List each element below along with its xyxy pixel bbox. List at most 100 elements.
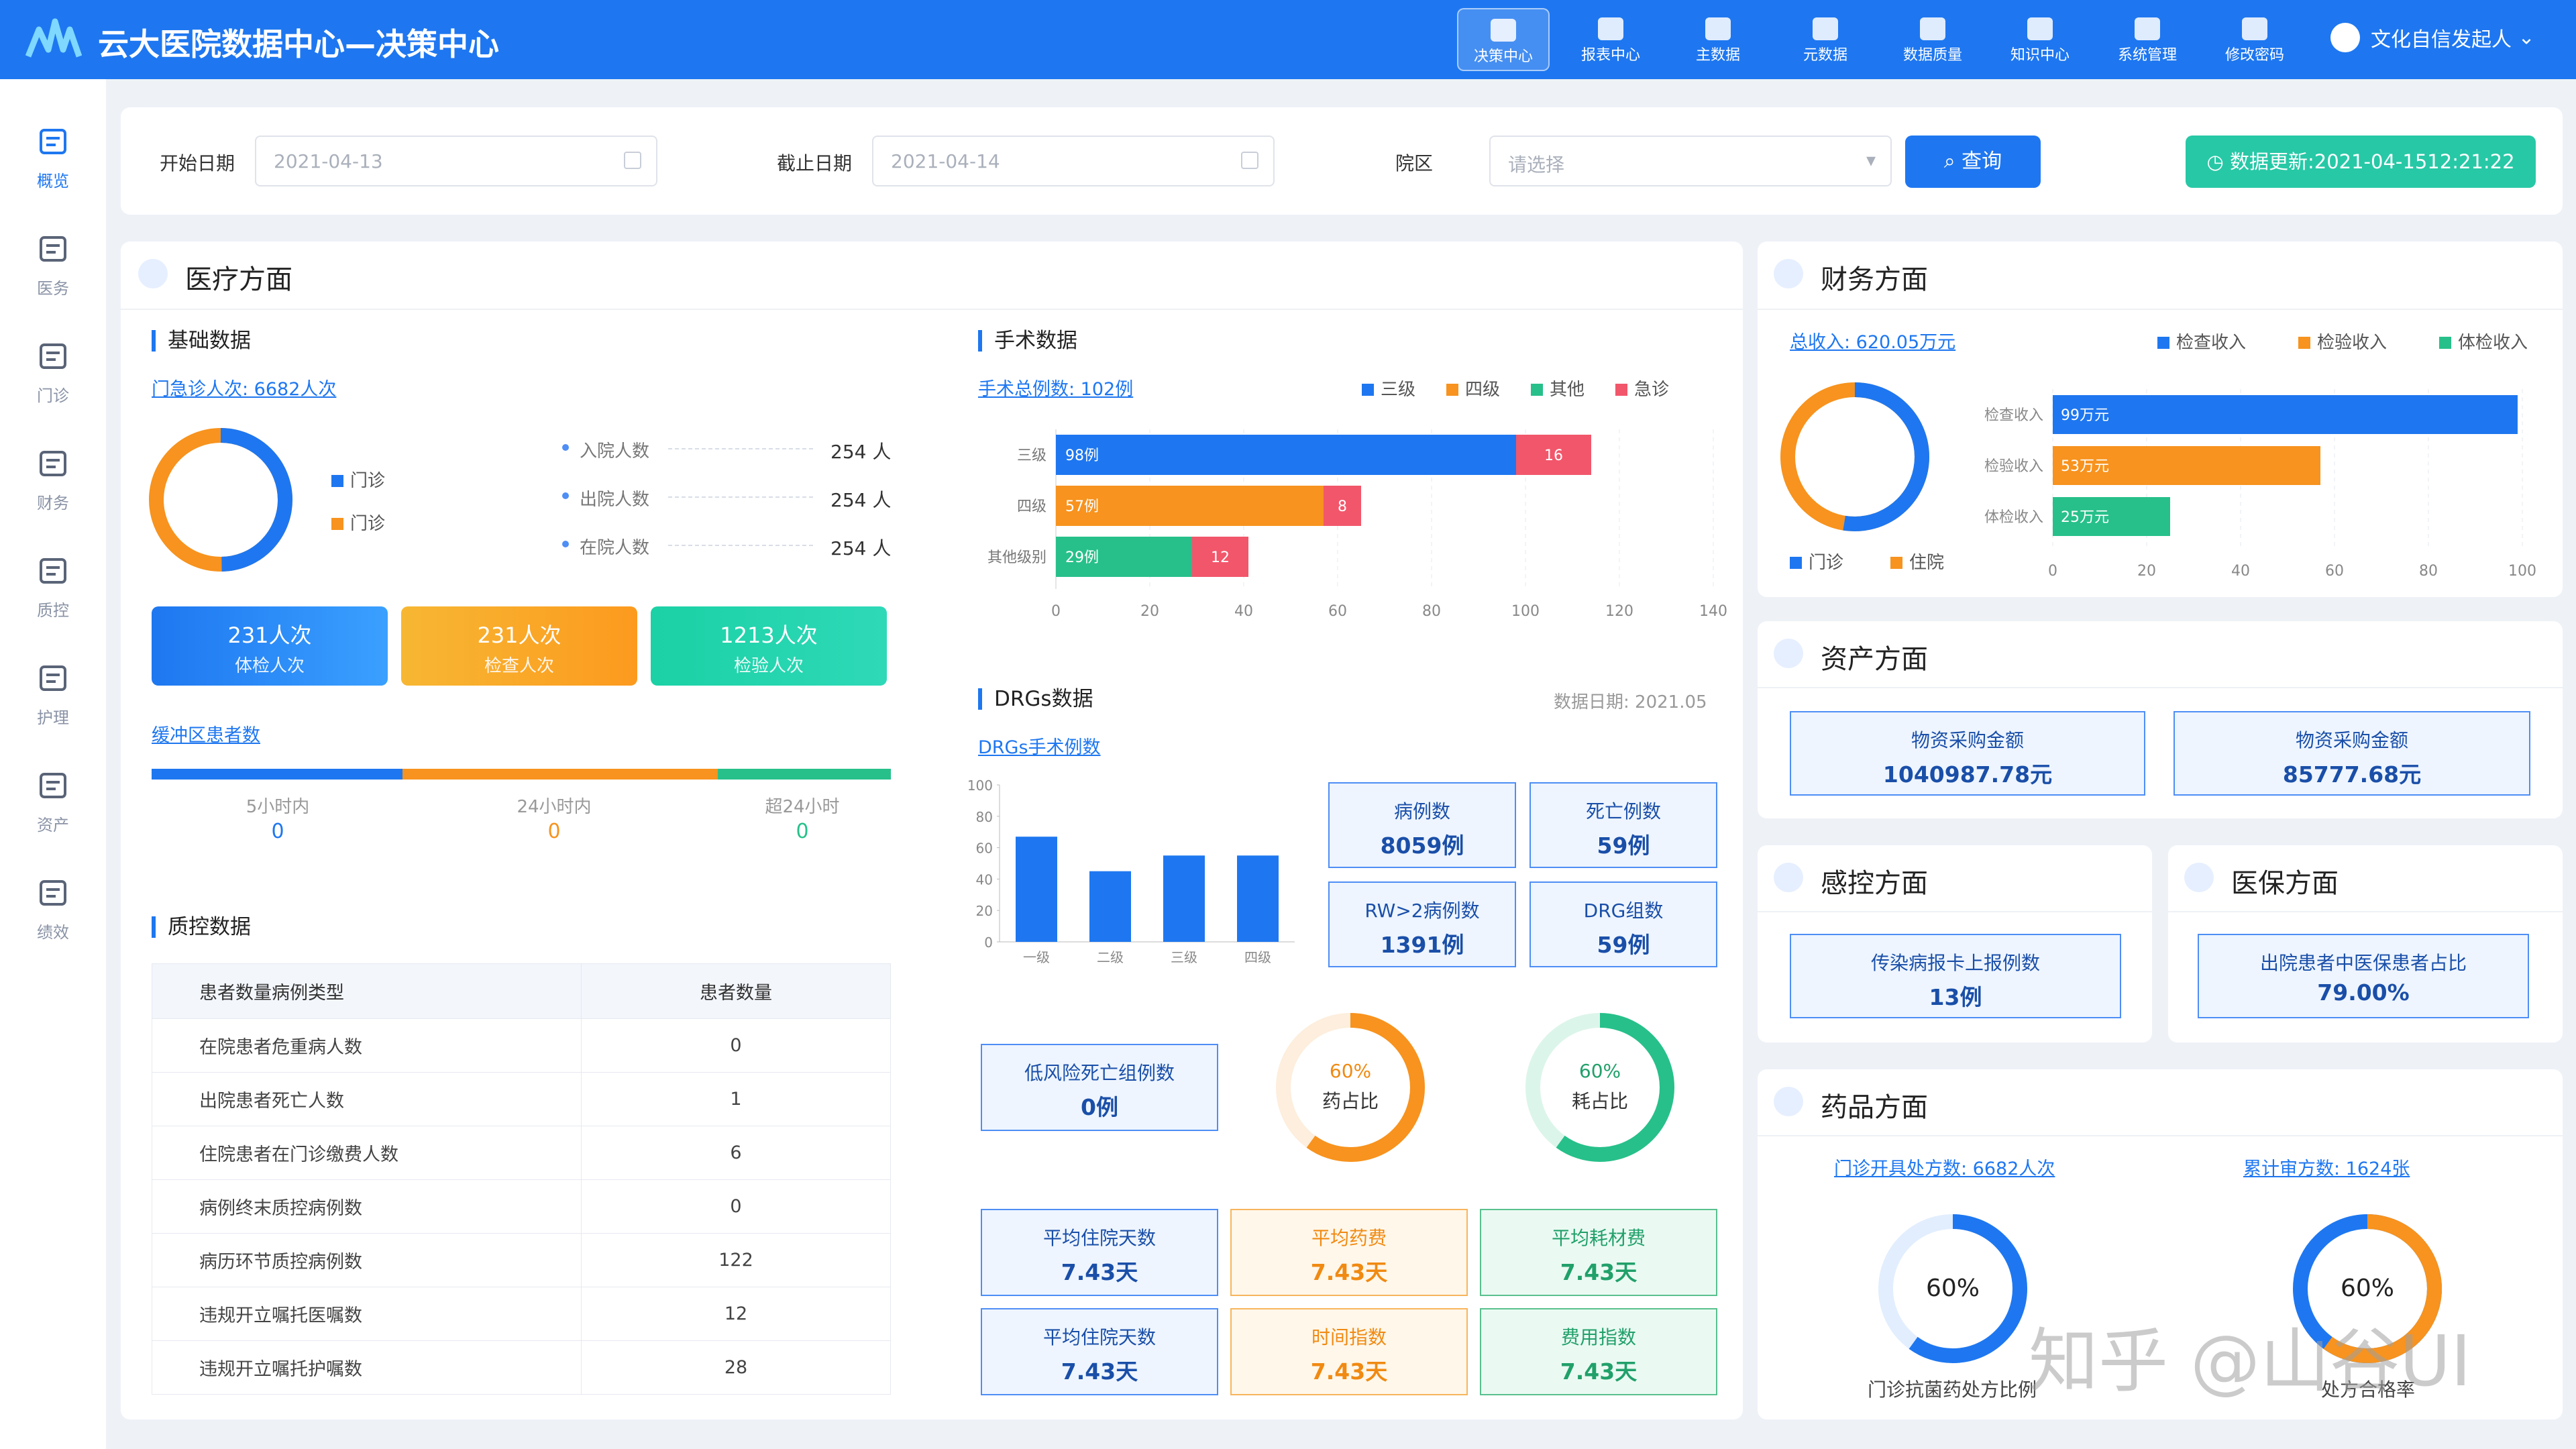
x-tick-label: 二级 bbox=[1097, 949, 1124, 965]
legend-swatch bbox=[1446, 384, 1458, 396]
sidebar-item-monitor[interactable]: 资产 bbox=[0, 755, 106, 856]
table-row: 违规开立嘱托医嘱数 12 bbox=[152, 1287, 891, 1341]
cubes-icon bbox=[1813, 17, 1838, 40]
avg-stat-value: 7.43天 bbox=[1061, 1259, 1138, 1285]
user-name: 文化自信发起人 bbox=[2371, 28, 2512, 52]
rx-count-link[interactable]: 门诊开具处方数: 6682人次 bbox=[1834, 1154, 2055, 1180]
nav-cubes[interactable]: 元数据 bbox=[1779, 8, 1872, 71]
qc-type-cell: 病例终末质控病例数 bbox=[152, 1179, 582, 1234]
nav-decision[interactable]: 决策中心 bbox=[1457, 8, 1550, 71]
stat-leader bbox=[668, 448, 813, 449]
campus-select[interactable]: 请选择 ▾ bbox=[1489, 136, 1892, 186]
stat-label: 入院人数 bbox=[580, 441, 650, 462]
kpi-card[interactable]: 1213人次 检验人次 bbox=[651, 606, 887, 686]
surgery-bar-三级 bbox=[1056, 435, 1516, 475]
y-tick-label: 其他级别 bbox=[987, 549, 1046, 566]
x-tick-label: 四级 bbox=[1244, 949, 1271, 965]
qc-count-cell: 0 bbox=[581, 1179, 891, 1234]
search-icon: ⌕ bbox=[1943, 150, 1962, 173]
infection-title: 感控方面 bbox=[1821, 868, 1928, 899]
sidebar-item-stethoscope[interactable]: 门诊 bbox=[0, 326, 106, 427]
book-icon bbox=[2027, 17, 2053, 40]
stat-leader bbox=[668, 496, 813, 498]
infection-value: 13例 bbox=[1929, 984, 1982, 1010]
sidebar-item-quality[interactable]: 质控 bbox=[0, 541, 106, 641]
user-menu[interactable]: 文化自信发起人 ⌄ bbox=[2330, 23, 2535, 52]
nav-database[interactable]: 主数据 bbox=[1672, 8, 1764, 71]
stat-value: 254 人 bbox=[830, 489, 892, 511]
surgery-title: 手术数据 bbox=[978, 330, 1077, 352]
kpi-card[interactable]: 231人次体检人次 bbox=[152, 606, 388, 686]
medical-title: 医疗方面 bbox=[185, 264, 292, 295]
assets-title: 资产方面 bbox=[1821, 644, 1928, 675]
kpi-card[interactable]: 231人次 检查人次 bbox=[401, 606, 637, 686]
finance-icon bbox=[40, 451, 66, 476]
avg-stat-value: 7.43天 bbox=[1310, 1358, 1388, 1385]
sidebar-item-clipboard[interactable]: 护理 bbox=[0, 648, 106, 749]
y-tick-label: 检验收入 bbox=[1984, 458, 2043, 475]
drgs-stat-label: 病例数 bbox=[1393, 800, 1450, 822]
start-date-input[interactable]: 2021-04-13 bbox=[255, 136, 657, 186]
query-button[interactable]: ⌕ 查询 bbox=[1905, 136, 2041, 188]
drugs-title: 药品方面 bbox=[1821, 1092, 1928, 1123]
drgs-sub-link[interactable]: DRGs手术例数 bbox=[978, 733, 1101, 759]
visits-link[interactable]: 门急诊人次: 6682人次 bbox=[152, 374, 336, 400]
x-tick-label: 0 bbox=[1051, 603, 1061, 620]
table-row: 违规开立嘱托护嘱数 28 bbox=[152, 1340, 891, 1395]
bar-data-label: 99万元 bbox=[2061, 407, 2109, 424]
sidebar-item-overview[interactable]: 概览 bbox=[0, 111, 106, 212]
x-tick-label: 40 bbox=[2231, 563, 2250, 577]
sidebar-item-doctor[interactable]: 医务 bbox=[0, 219, 106, 319]
surgery-total-link[interactable]: 手术总例数: 102例 bbox=[978, 374, 1133, 400]
y-tick-label: 检查收入 bbox=[1984, 407, 2043, 424]
lock-icon bbox=[2242, 17, 2267, 40]
buffer-value: 0 bbox=[547, 820, 561, 843]
consumable-ratio-label: 耗占比 bbox=[1571, 1090, 1628, 1112]
drgs-stat-box: 病例数 8059例 bbox=[1328, 782, 1516, 868]
finance-total-link[interactable]: 总收入: 620.05万元 bbox=[1790, 327, 1955, 354]
finance-bar bbox=[2053, 395, 2518, 434]
sidebar-item-finance[interactable]: 财务 bbox=[0, 433, 106, 534]
data-update-button[interactable]: ◷ 数据更新:2021-04-1512:21:22 bbox=[2186, 136, 2536, 188]
y-tick-label: 100 bbox=[967, 777, 993, 794]
legend-swatch bbox=[1615, 384, 1627, 396]
monitor-icon bbox=[40, 773, 66, 798]
legend-swatch bbox=[1362, 384, 1374, 396]
nav-book[interactable]: 知识中心 bbox=[1994, 8, 2086, 71]
stat-label: 在院人数 bbox=[580, 538, 650, 558]
drgs-stat-box: RW>2病例数 1391例 bbox=[1328, 881, 1516, 967]
legend-outpatient: 门诊 bbox=[1790, 549, 1843, 574]
visits-donut bbox=[149, 428, 292, 572]
app-title: 云大医院数据中心—决策中心 bbox=[98, 26, 499, 62]
avg-stat-value: 7.43天 bbox=[1560, 1259, 1638, 1285]
x-tick-label: 20 bbox=[2137, 563, 2156, 577]
asset-box-1: 物资采购金额 1040987.78元 bbox=[1790, 711, 2145, 796]
review-count-link[interactable]: 累计审方数: 1624张 bbox=[2243, 1154, 2410, 1180]
y-tick-label: 三级 bbox=[1017, 447, 1046, 464]
surgery-chart: 0 20 40 60 80 100 120 140 三级 98例 16 四级 57例 8 其他级别 29例 12 bbox=[987, 429, 1727, 620]
nav-gear[interactable]: 系统管理 bbox=[2101, 8, 2194, 71]
drgs-stat-box: 死亡例数 59例 bbox=[1529, 782, 1717, 868]
sidebar-item-growth[interactable]: 绩效 bbox=[0, 863, 106, 963]
stat-bullet-icon bbox=[562, 444, 569, 451]
x-tick-label: 80 bbox=[1422, 603, 1441, 620]
nav-pie[interactable]: 报表中心 bbox=[1564, 8, 1657, 71]
stat-bullet-icon bbox=[562, 492, 569, 499]
decision-icon bbox=[1491, 19, 1516, 42]
buffer-value: 0 bbox=[271, 820, 284, 843]
logo-icon bbox=[25, 18, 82, 58]
kpi-value: 231人次 bbox=[227, 623, 312, 648]
buffer-link[interactable]: 缓冲区患者数 bbox=[152, 720, 260, 747]
nav-shield[interactable]: 数据质量 bbox=[1886, 8, 1979, 71]
doctor-icon bbox=[40, 236, 66, 262]
surgery-legend-item: 三级 bbox=[1362, 376, 1415, 400]
pie-icon bbox=[1598, 17, 1623, 40]
finance-chart: 0 20 40 60 80 100 检查收入 99万元检验收入 53万元体检收入 25万元 bbox=[1984, 389, 2536, 577]
campus-label: 院区 bbox=[1395, 152, 1434, 174]
drgs-stat-value: 1391例 bbox=[1380, 932, 1464, 958]
nav-lock[interactable]: 修改密码 bbox=[2208, 8, 2301, 71]
legend-outpatient-1: 门诊 bbox=[331, 467, 385, 492]
insurance-label: 出院患者中医保患者占比 bbox=[2259, 952, 2467, 974]
end-date-input[interactable]: 2021-04-14 bbox=[872, 136, 1275, 186]
kpi-label: 体检人次 bbox=[234, 656, 305, 676]
